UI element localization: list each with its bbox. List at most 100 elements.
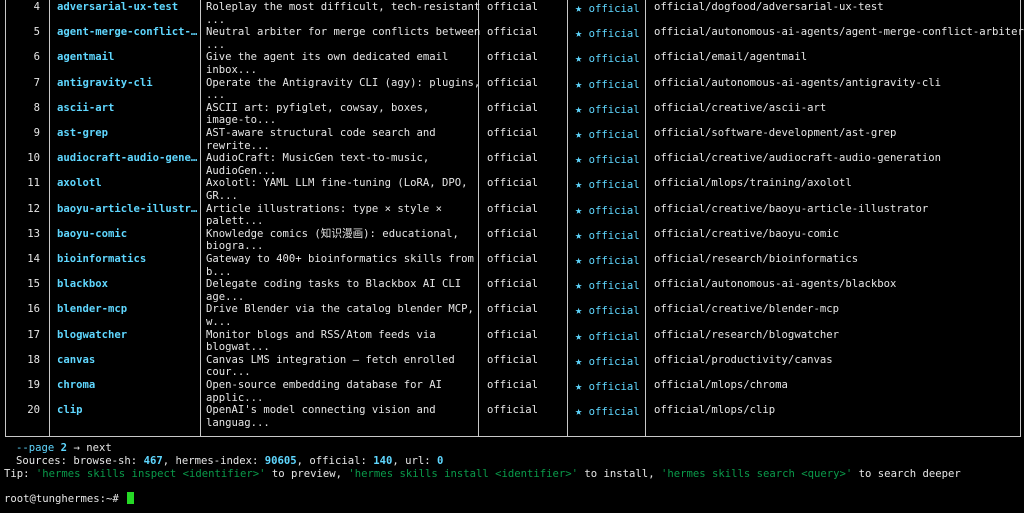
row-number: 9 — [33, 127, 40, 139]
skill-source: official — [487, 152, 539, 165]
row-number: 11 — [27, 177, 40, 190]
skill-trust: ★ official — [575, 128, 640, 142]
description-line: AudioCraft: MusicGen text-to-music, — [206, 152, 430, 165]
row-number: 13 — [27, 227, 40, 240]
table-row: 18 canvas Canvas LMS integration — fetch e… — [0, 354, 1024, 379]
skill-source: official — [487, 177, 539, 190]
skill-source: official — [487, 379, 539, 391]
description-line: Give the agent its own dedicated email — [206, 51, 449, 64]
terminal-window[interactable]: 4 adversarial-ux-test Roleplay the most di… — [0, 0, 1024, 513]
skill-trust: ★ official — [575, 103, 640, 117]
star-icon: ★ — [575, 253, 583, 267]
trust-label: official — [588, 3, 640, 15]
skill-description: Delegate coding tasks to Blackbox AI CLI… — [206, 278, 461, 303]
description-line: Open-source embedding database for AI — [206, 379, 442, 391]
sources-label: Sources: browse-sh: — [16, 455, 138, 467]
star-icon: ★ — [575, 202, 583, 217]
star-icon: ★ — [575, 127, 583, 141]
row-number: 7 — [33, 76, 40, 89]
official-count: 140 — [373, 455, 393, 467]
description-line: Article illustrations: type × style × — [206, 202, 442, 215]
official-label: , official: — [296, 455, 367, 467]
description-line: ... — [206, 38, 226, 51]
description-line: image-to... — [206, 114, 277, 127]
description-line: AudioGen... — [206, 164, 277, 177]
trust-label: official — [588, 381, 640, 393]
row-number: 15 — [27, 278, 40, 291]
description-line: palett... — [206, 215, 264, 228]
skill-source: official — [487, 278, 539, 291]
shell-prompt[interactable]: root@tunghermes:~# — [4, 492, 135, 506]
tip-prefix: Tip: — [4, 468, 36, 480]
skill-name: ascii-art — [57, 101, 115, 114]
skill-name: canvas — [57, 353, 96, 366]
star-icon: ★ — [575, 303, 583, 318]
skill-description: AST-aware structural code search and rewr… — [206, 127, 436, 152]
description-line: Delegate coding tasks to Blackbox AI CLI — [206, 278, 462, 291]
skill-name: bioinformatics — [57, 253, 147, 265]
skill-name: adversarial-ux-test — [57, 1, 179, 13]
description-line: Roleplay the most difficult, tech-resist… — [206, 1, 481, 13]
trust-label: official — [588, 204, 640, 217]
tip-text: to search deeper — [852, 468, 961, 480]
skill-identifier: official/dogfood/adversarial-ux-test — [654, 1, 884, 13]
skill-identifier: official/mlops/chroma — [654, 379, 788, 391]
pagination-hint: --page 2 → next — [16, 442, 112, 455]
description-line: ... — [206, 13, 226, 26]
table-row: 19 chroma Open-source embedding database f… — [0, 379, 1024, 404]
skill-source: official — [487, 303, 539, 316]
trust-label: official — [588, 330, 640, 343]
description-line: Knowledge comics (知识漫画): educational, — [206, 227, 459, 240]
skill-source: official — [487, 51, 539, 64]
skill-identifier: official/mlops/training/axolotl — [654, 177, 852, 190]
skill-identifier: official/creative/blender-mcp — [654, 303, 839, 316]
row-number: 12 — [27, 202, 40, 215]
skill-source: official — [487, 353, 539, 366]
skill-description: Open-source embedding database for AI app… — [206, 379, 442, 404]
skill-identifier: official/creative/baoyu-comic — [654, 227, 839, 240]
tip-line: Tip: 'hermes skills inspect <identifier>… — [4, 468, 961, 481]
skill-description: Canvas LMS integration — fetch enrolled c… — [206, 354, 455, 379]
trust-label: official — [588, 103, 640, 116]
skill-identifier: official/email/agentmail — [654, 51, 808, 64]
skill-trust: ★ official — [575, 405, 640, 419]
description-line: Drive Blender via the catalog blender MC… — [206, 303, 474, 316]
description-line: rewrite... — [206, 139, 270, 152]
description-line: inbox... — [206, 63, 258, 76]
skill-trust: ★ official — [575, 27, 640, 41]
skill-identifier: official/creative/baoyu-article-illustra… — [654, 202, 929, 215]
description-line: ... — [206, 89, 226, 102]
skill-name: agentmail — [57, 51, 115, 64]
star-icon: ★ — [575, 152, 583, 167]
trust-label: official — [588, 255, 640, 267]
skill-identifier: official/autonomous-ai-agents/agent-merg… — [654, 26, 1024, 39]
skill-name: blender-mcp — [57, 303, 128, 316]
trust-label: official — [588, 154, 640, 167]
star-icon: ★ — [575, 379, 583, 393]
page-number: 2 — [60, 442, 68, 454]
skill-name: blackbox — [57, 278, 109, 291]
table-row: 6 agentmail Give the agent its own dedicat… — [0, 51, 1024, 76]
trust-label: official — [588, 280, 640, 293]
url-label: , url: — [392, 455, 431, 467]
skill-trust: ★ official — [575, 279, 640, 293]
skill-description: Operate the Antigravity CLI (agy): plugi… — [206, 77, 480, 102]
row-number: 17 — [27, 328, 40, 341]
skill-identifier: official/creative/ascii-art — [654, 101, 827, 114]
table-row: 9 ast-grep AST-aware structural code searc… — [0, 127, 1024, 152]
text-cursor — [127, 492, 135, 504]
skill-source: official — [487, 404, 539, 417]
skill-description: Gateway to 400+ bioinformatics skills fr… — [206, 253, 474, 278]
trust-label: official — [588, 229, 640, 242]
skill-trust: ★ official — [575, 2, 640, 16]
description-line: OpenAI's model connecting vision and — [206, 404, 436, 417]
table-row: 5 agent-merge-conflict-… Neutral arbiter f… — [0, 26, 1024, 51]
skill-description: OpenAI's model connecting vision and lang… — [206, 404, 436, 429]
star-icon: ★ — [575, 1, 583, 15]
skill-source: official — [487, 1, 539, 13]
tip-text: to install, — [578, 468, 661, 480]
skill-source: official — [487, 101, 539, 114]
row-number: 6 — [33, 51, 40, 64]
url-count: 0 — [437, 455, 444, 467]
description-line: age... — [206, 290, 245, 303]
